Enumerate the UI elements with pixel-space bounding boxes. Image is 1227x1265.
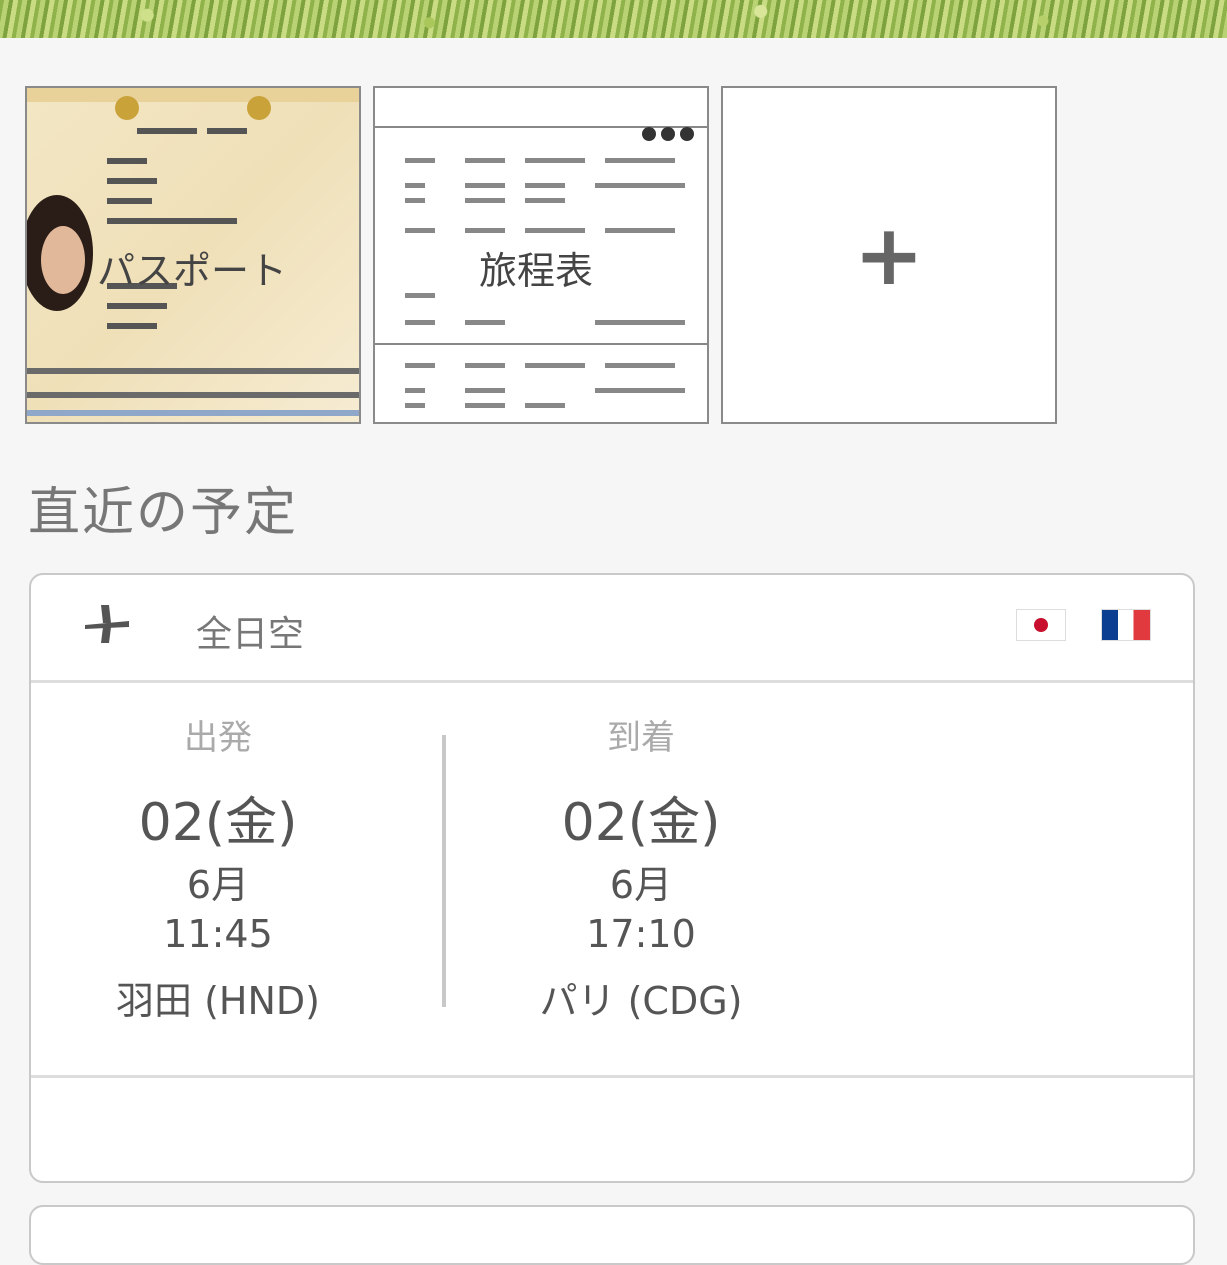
jp-flag-icon	[1016, 609, 1066, 641]
flight-card[interactable]: 全日空 出発 02(金) 6月 11:45 羽田 (HND) 到着 02(金) …	[29, 573, 1195, 1183]
flight-card-header: 全日空	[31, 575, 1193, 683]
add-document-button[interactable]: +	[721, 86, 1057, 424]
itinerary-caption: 旅程表	[479, 249, 594, 293]
arrival-airport: パリ (CDG)	[539, 979, 743, 1023]
passport-caption: パスポート	[97, 249, 288, 293]
airplane-icon	[85, 605, 129, 643]
departure-month: 6月	[186, 863, 250, 907]
airline-name: 全日空	[196, 614, 305, 655]
departure-date: 02(金)	[138, 793, 298, 853]
passport-thumbnail[interactable]: パスポート	[25, 86, 361, 424]
arrival-column: 到着 02(金) 6月 17:10 パリ (CDG)	[476, 710, 806, 1028]
arrival-month: 6月	[609, 863, 673, 907]
arrival-date: 02(金)	[561, 793, 721, 853]
next-card[interactable]	[29, 1205, 1195, 1265]
itinerary-thumbnail[interactable]: 旅程表	[373, 86, 709, 424]
departure-airport: 羽田 (HND)	[116, 979, 320, 1023]
plus-icon: +	[853, 206, 925, 304]
section-title-upcoming: 直近の予定	[28, 483, 299, 543]
departure-column: 出発 02(金) 6月 11:45 羽田 (HND)	[53, 710, 383, 1028]
departure-label: 出発	[184, 718, 252, 758]
card-footer-divider	[31, 1075, 1193, 1078]
arrival-label: 到着	[607, 718, 675, 758]
arrival-time: 17:10	[586, 912, 696, 956]
column-divider	[442, 735, 446, 1007]
fr-flag-icon	[1101, 609, 1151, 641]
header-banner-image	[0, 0, 1227, 38]
departure-time: 11:45	[163, 912, 273, 956]
